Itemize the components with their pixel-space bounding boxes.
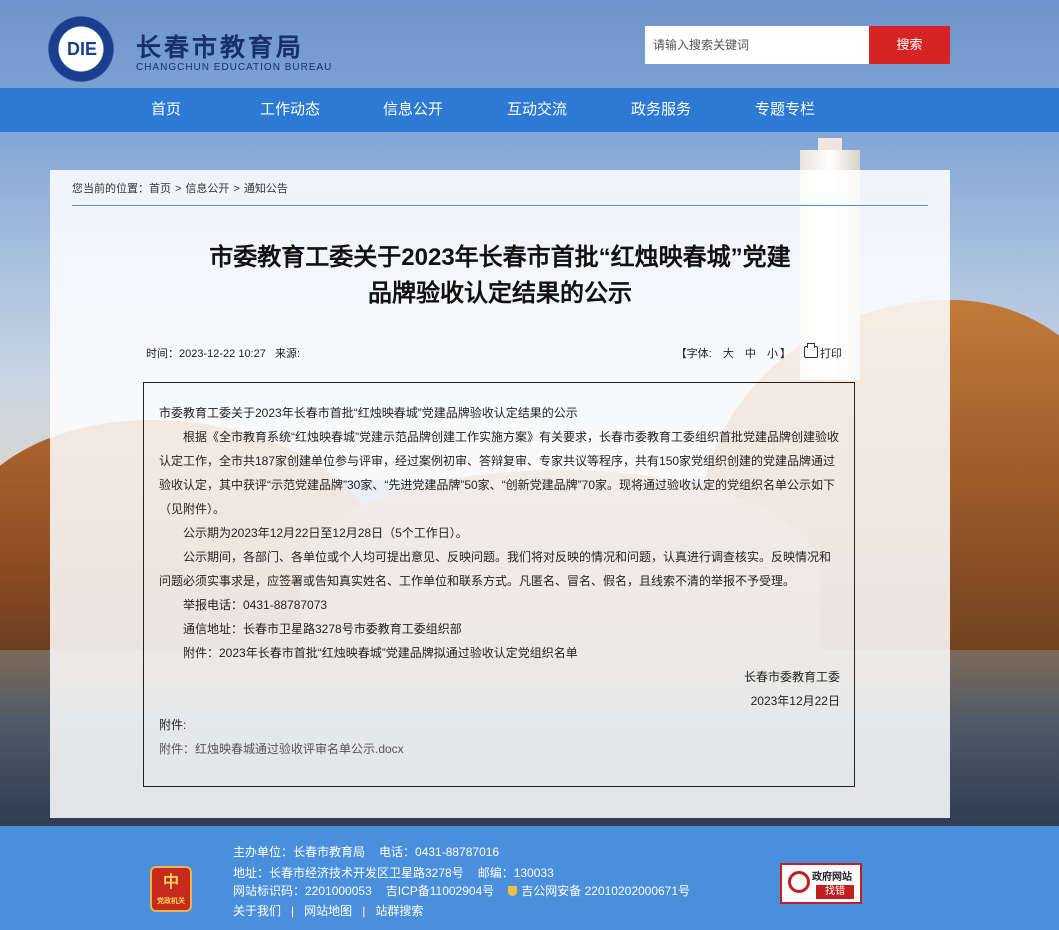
print-button[interactable]: 打印 [804,343,842,360]
article-body: 市委教育工委关于2023年长春市首批“红烛映春城”党建品牌验收认定结果的公示 根… [143,382,855,787]
body-paragraph: 根据《全市教育系统“红烛映春城”党建示范品牌创建工作实施方案》有关要求，长春市委… [159,430,839,516]
print-label: 打印 [820,348,842,360]
search-input[interactable]: 请输入搜索关键词 [645,26,869,64]
site-footer: 中 党政机关 主办单位：长春市教育局 电话：0431-88787016 地址：长春… [0,826,1059,930]
gov-badge-title: 政府网站 [812,872,852,883]
body-heading: 市委教育工委关于2023年长春市首批“红烛映春城”党建品牌验收认定结果的公示 [159,406,578,420]
nav-item-home[interactable]: 首页 [151,88,181,132]
gov-error-report-badge[interactable]: 政府网站 找错 [780,863,862,904]
breadcrumb: 您当前的位置：首页 > 信息公开 > 通知公告 [72,180,288,196]
content-card: 您当前的位置：首页 > 信息公开 > 通知公告 市委教育工委关于2023年长春市首批“红… [50,170,950,818]
logo-mark: DIE [67,39,98,59]
article-title: 市委教育工委关于2023年长春市首批“红烛映春城”党建 品牌验收认定结果的公示 [110,240,890,312]
footer-icp[interactable]: 吉ICP备11002904号 [386,884,495,898]
title-line-1: 市委教育工委关于2023年长春市首批“红烛映春城”党建 [209,244,791,271]
body-paragraph: 公示期为2023年12月22日至12月28日（5个工作日）。 [183,526,468,540]
nav-item-work-news[interactable]: 工作动态 [260,88,320,132]
site-name[interactable]: 长春市教育局 [136,28,304,64]
footer-link-separator: | [291,904,295,918]
time-label: 时间： [146,348,179,360]
site-header: DIE 长春市教育局 CHANGCHUN EDUCATION BUREAU 请输… [0,0,1059,88]
attachment-label: 附件: [159,718,187,732]
article-tools: 【字体: 大 中 小】 打印 [675,343,842,361]
party-badge-char: 中 [162,874,179,891]
printer-icon [804,343,818,358]
search-button[interactable]: 搜索 [869,26,950,64]
party-gov-badge[interactable]: 中 党政机关 [150,866,192,912]
signer: 长春市委教育工委 [743,670,840,684]
nav-item-gov-services[interactable]: 政务服务 [631,88,691,132]
font-size-large[interactable]: 大 [723,348,734,360]
font-size-small[interactable]: 小 [767,348,778,360]
gov-badge-action: 找错 [816,885,854,899]
party-badge-label: 党政机关 [157,898,185,905]
footer-police[interactable]: 吉公网安备 22010202000671号 [521,884,690,898]
breadcrumb-home[interactable]: 首页 [149,183,171,195]
footer-link-about[interactable]: 关于我们 [233,904,281,918]
magnifier-icon [788,871,810,893]
attachment-link[interactable]: 附件：红烛映春城通过验收评审名单公示.docx [159,737,840,761]
site-logo[interactable]: DIE [48,16,114,82]
nav-item-interaction[interactable]: 互动交流 [507,88,567,132]
footer-links: 关于我们 | 网站地图 | 站群搜索 [233,902,423,919]
source-label: 来源: [275,348,301,360]
breadcrumb-prefix: 您当前的位置： [72,183,149,195]
breadcrumb-divider [72,205,928,206]
nav-item-info-disclosure[interactable]: 信息公开 [383,88,443,132]
footer-link-separator: | [362,904,366,918]
footer-line-2: 地址：长春市经济技术开发区卫星路3278号 邮编：130033 [233,864,554,881]
font-size-medium[interactable]: 中 [745,348,756,360]
footer-postcode: 邮编：130033 [477,866,554,880]
footer-line-1: 主办单位：长春市教育局 电话：0431-88787016 [233,843,499,860]
report-phone: 举报电话：0431-88787073 [183,598,328,612]
site-name-en: CHANGCHUN EDUCATION BUREAU [136,62,333,73]
body-paragraph: 公示期间，各部门、各单位或个人均可提出意见、反映问题。我们将对反映的情况和问题，… [159,550,832,588]
publish-time: 2023-12-22 10:27 [179,348,266,360]
footer-sponsor: 主办单位：长春市教育局 [233,845,366,859]
font-size-label: 【字体: [675,348,712,360]
mailing-address: 通信地址：长春市卫星路3278号市委教育工委组织部 [183,622,462,636]
breadcrumb-info[interactable]: 信息公开 [185,183,229,195]
main-nav: 首页 工作动态 信息公开 互动交流 政务服务 专题专栏 [0,88,1059,132]
footer-link-sitemap[interactable]: 网站地图 [304,904,352,918]
attachment-note: 附件：2023年长春市首批“红烛映春城”党建品牌拟通过验收认定党组织名单 [183,646,578,660]
footer-line-3: 网站标识码：2201000053 吉ICP备11002904号 吉公网安备 2201… [233,882,690,899]
footer-phone: 电话：0431-88787016 [379,845,500,859]
footer-link-search[interactable]: 站群搜索 [375,904,423,918]
nav-item-topics[interactable]: 专题专栏 [755,88,815,132]
sign-date: 2023年12月22日 [750,694,840,708]
font-size-end: 】 [779,348,791,360]
title-line-2: 品牌验收认定结果的公示 [368,280,632,307]
footer-site-code: 网站标识码：2201000053 [233,884,372,898]
breadcrumb-separator: > [233,183,240,195]
breadcrumb-notices[interactable]: 通知公告 [244,183,288,195]
footer-address: 地址：长春市经济技术开发区卫星路3278号 [233,866,464,880]
police-shield-icon [508,886,518,896]
article-meta: 时间：2023-12-22 10:27 来源: [146,345,300,361]
breadcrumb-separator: > [175,183,182,195]
